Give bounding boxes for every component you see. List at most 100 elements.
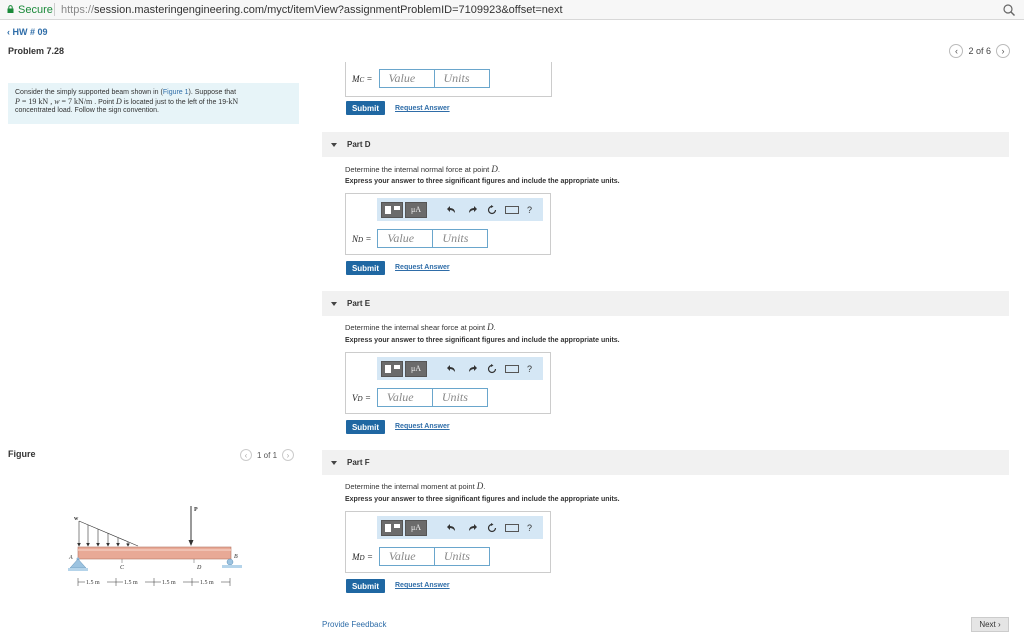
- part-d-question: Determine the internal normal force at p…: [345, 164, 500, 174]
- submit-button[interactable]: Submit: [346, 420, 385, 434]
- units-symbols-button[interactable]: μA: [405, 360, 427, 377]
- request-answer-link[interactable]: Request Answer: [395, 105, 450, 112]
- help-button[interactable]: ?: [527, 523, 532, 533]
- question-text: Determine the internal shear force at po…: [345, 323, 488, 332]
- templates-icon[interactable]: [381, 201, 403, 218]
- back-to-assignment-link[interactable]: ‹ HW # 09: [7, 27, 48, 37]
- var-equals: =: [364, 551, 373, 562]
- figure-link[interactable]: Figure 1: [163, 89, 189, 96]
- templates-icon[interactable]: [381, 360, 403, 377]
- roller-support-b: [222, 558, 242, 568]
- reset-icon[interactable]: [485, 362, 499, 376]
- collapse-triangle-icon: [331, 460, 337, 465]
- part-d-answer-row: ND = Value Units: [352, 229, 489, 248]
- chevron-left-icon: ‹: [954, 46, 958, 56]
- redo-icon[interactable]: [465, 521, 479, 535]
- undo-icon[interactable]: [445, 203, 459, 217]
- units-input[interactable]: Units: [433, 69, 490, 88]
- next-button-label: Next: [979, 620, 996, 629]
- help-button[interactable]: ?: [527, 205, 532, 215]
- units-input[interactable]: Units: [433, 547, 490, 566]
- figure-pager-text: 1 of 1: [257, 450, 278, 460]
- part-f-answer-box: μA ? MD = Value Units: [345, 511, 551, 573]
- label-d: D: [196, 565, 202, 571]
- statement-unit: kN/m: [74, 96, 93, 106]
- part-title: Part D: [347, 140, 371, 149]
- point-load-arrow: [188, 506, 194, 546]
- next-figure-button[interactable]: ›: [282, 449, 295, 461]
- value-input[interactable]: Value: [377, 229, 434, 248]
- statement-text: . Point: [92, 98, 117, 106]
- provide-feedback-link[interactable]: Provide Feedback: [322, 620, 386, 629]
- units-symbols-button[interactable]: μA: [405, 519, 427, 536]
- templates-icon[interactable]: [381, 519, 403, 536]
- previous-figure-button[interactable]: ‹: [240, 449, 252, 461]
- part-e-question: Determine the internal shear force at po…: [345, 322, 496, 332]
- var-equals: =: [362, 392, 371, 403]
- statement-math: = 19: [19, 96, 39, 106]
- beam: [77, 546, 232, 560]
- collapse-triangle-icon: [331, 301, 337, 306]
- chevron-left-icon: ‹: [244, 450, 248, 460]
- pager-text: 2 of 6: [968, 46, 991, 56]
- part-d-header[interactable]: Part D: [322, 132, 1009, 157]
- redo-icon[interactable]: [465, 203, 479, 217]
- var-symbol: M: [352, 73, 360, 84]
- statement-line-2: P = 19 kN , w = 7 kN/m . Point D is loca…: [15, 96, 292, 108]
- lock-icon: [7, 5, 14, 13]
- part-d-instructions: Express your answer to three significant…: [345, 178, 620, 185]
- answer-variable: MC =: [352, 74, 373, 84]
- submit-button[interactable]: Submit: [346, 579, 385, 593]
- part-f-answer-row: MD = Value Units: [352, 547, 490, 566]
- keyboard-icon[interactable]: [505, 205, 519, 214]
- var-symbol: M: [352, 551, 360, 562]
- part-f-header[interactable]: Part F: [322, 450, 1009, 475]
- undo-icon[interactable]: [445, 521, 459, 535]
- label-w: w: [74, 516, 79, 522]
- var-equals: =: [364, 73, 373, 84]
- statement-math: = 7: [59, 96, 75, 106]
- request-answer-link[interactable]: Request Answer: [395, 582, 450, 589]
- keyboard-icon[interactable]: [505, 523, 519, 532]
- url-text[interactable]: https://session.masteringengineering.com…: [61, 4, 563, 16]
- request-answer-link[interactable]: Request Answer: [395, 423, 450, 430]
- units-input[interactable]: Units: [431, 388, 488, 407]
- browser-address-bar[interactable]: Secure https://session.masteringengineer…: [0, 0, 1024, 20]
- statement-text: is located just to the left of the 19-: [121, 98, 229, 106]
- dimension-label: 1.5 m: [162, 580, 176, 586]
- label-b: B: [234, 554, 238, 560]
- value-input[interactable]: Value: [376, 388, 433, 407]
- value-input[interactable]: Value: [378, 547, 435, 566]
- units-symbols-button[interactable]: μA: [405, 201, 427, 218]
- answer-variable: VD =: [352, 393, 371, 403]
- back-link-label: HW # 09: [12, 27, 48, 37]
- next-button[interactable]: Next ›: [971, 617, 1009, 632]
- dimension-label: 1.5 m: [86, 580, 100, 586]
- request-answer-link[interactable]: Request Answer: [395, 264, 450, 271]
- help-button[interactable]: ?: [527, 364, 532, 374]
- distributed-load: [77, 520, 139, 547]
- part-c-answer-box: MC = Value Units: [345, 62, 552, 97]
- keyboard-icon[interactable]: [505, 364, 519, 373]
- label-p: P: [194, 507, 198, 513]
- label-c: C: [120, 565, 125, 571]
- reset-icon[interactable]: [485, 521, 499, 535]
- problem-title: Problem 7.28: [8, 46, 65, 56]
- previous-problem-button[interactable]: ‹: [949, 44, 964, 58]
- statement-unit: kN: [38, 96, 49, 106]
- next-problem-button[interactable]: ›: [996, 44, 1010, 58]
- part-c-answer-row: MC = Value Units: [352, 69, 490, 88]
- submit-button[interactable]: Submit: [346, 261, 385, 275]
- value-input[interactable]: Value: [378, 69, 435, 88]
- redo-icon[interactable]: [465, 362, 479, 376]
- search-icon[interactable]: [1002, 3, 1016, 17]
- statement-line-3: concentrated load. Follow the sign conve…: [15, 107, 159, 114]
- part-e-header[interactable]: Part E: [322, 291, 1009, 316]
- part-d-answer-box: μA ? ND = Value Units: [345, 193, 551, 255]
- problem-statement: Consider the simply supported beam shown…: [8, 83, 299, 124]
- question-text: .: [483, 482, 486, 491]
- submit-button[interactable]: Submit: [346, 101, 385, 115]
- undo-icon[interactable]: [445, 362, 459, 376]
- units-input[interactable]: Units: [432, 229, 489, 248]
- reset-icon[interactable]: [485, 203, 499, 217]
